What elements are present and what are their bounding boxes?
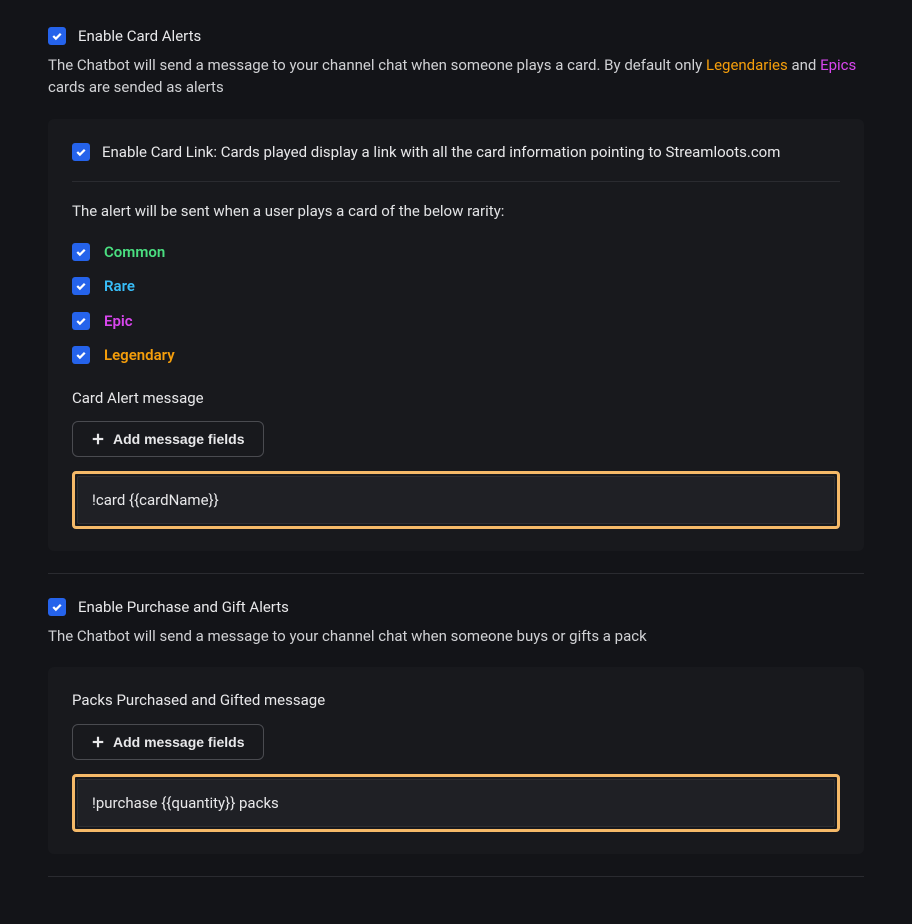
rarity-common-label: Common [104,241,165,264]
add-message-fields-button[interactable]: Add message fields [72,421,264,457]
purchase-alerts-panel: Packs Purchased and Gifted message Add m… [48,667,864,854]
rarity-list: Common Rare Epic [72,241,840,367]
rarity-epic-label: Epic [104,310,133,333]
card-alerts-panel: Enable Card Link: Cards played display a… [48,119,864,552]
rarity-legendary-checkbox[interactable] [72,346,90,364]
check-icon [51,30,63,42]
check-icon [51,601,63,613]
divider [72,181,840,182]
plus-icon [91,735,105,749]
rarity-intro-text: The alert will be sent when a user plays… [72,200,840,223]
purchase-alert-input-wrap [72,774,840,832]
epics-text: Epics [820,56,856,74]
check-icon [75,280,87,292]
add-message-fields-label-purchase: Add message fields [113,734,245,750]
add-message-fields-button-purchase[interactable]: Add message fields [72,724,264,760]
legendaries-text: Legendaries [706,56,788,74]
check-icon [75,349,87,361]
purchase-alerts-description: The Chatbot will send a message to your … [48,625,864,648]
packs-message-label: Packs Purchased and Gifted message [72,689,840,712]
plus-icon [91,432,105,446]
rarity-legendary-label: Legendary [104,344,175,367]
check-icon [75,246,87,258]
check-icon [75,146,87,158]
card-alert-message-input[interactable] [77,476,835,524]
rarity-common-checkbox[interactable] [72,243,90,261]
section-divider [48,573,864,574]
enable-card-link-label: Enable Card Link: Cards played display a… [102,141,780,164]
purchase-alert-message-input[interactable] [77,779,835,827]
enable-card-link-checkbox[interactable] [72,143,90,161]
rarity-epic-checkbox[interactable] [72,312,90,330]
card-alert-input-wrap [72,471,840,529]
card-alerts-description: The Chatbot will send a message to your … [48,54,864,99]
add-message-fields-label: Add message fields [113,431,245,447]
enable-card-alerts-checkbox[interactable] [48,27,66,45]
section-divider-bottom [48,876,864,877]
enable-card-alerts-label: Enable Card Alerts [78,25,201,48]
rarity-rare-checkbox[interactable] [72,277,90,295]
card-alert-message-label: Card Alert message [72,387,840,410]
check-icon [75,315,87,327]
rarity-rare-label: Rare [104,275,135,298]
enable-purchase-alerts-checkbox[interactable] [48,598,66,616]
enable-purchase-alerts-label: Enable Purchase and Gift Alerts [78,596,289,619]
